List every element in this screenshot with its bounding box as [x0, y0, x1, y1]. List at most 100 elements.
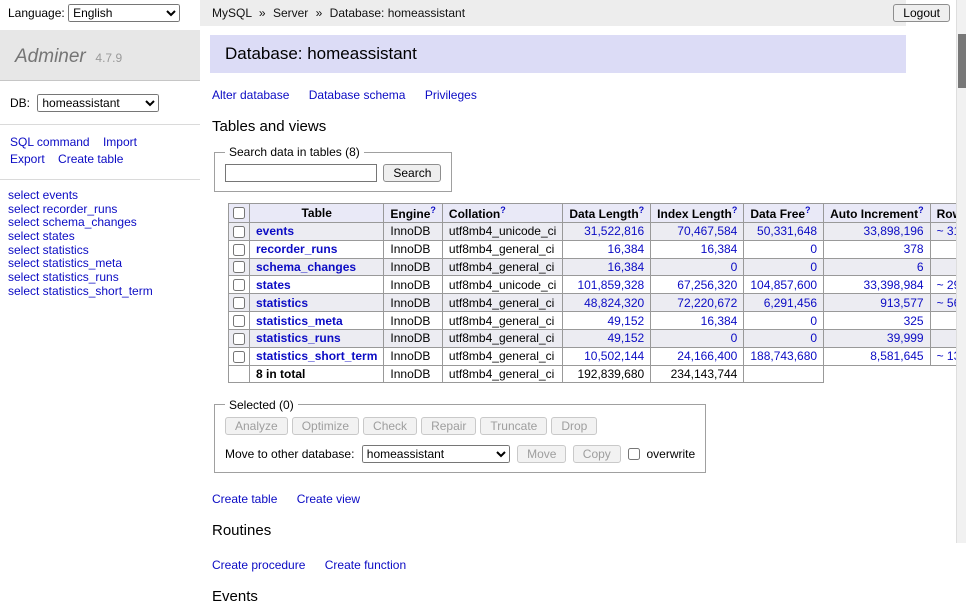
sidebar-link-select-schema-changes[interactable]: select schema_changes	[8, 215, 137, 229]
sidebar-link-import[interactable]: Import	[103, 135, 137, 149]
row-checkbox-schema_changes[interactable]	[233, 261, 245, 273]
cell-data-free-link-recorder_runs[interactable]: 0	[810, 242, 817, 256]
selected-check-button[interactable]: Check	[363, 417, 417, 435]
table-link-statistics_meta[interactable]: statistics_meta	[256, 314, 343, 328]
sidebar-link-select-events[interactable]: select events	[8, 188, 78, 202]
sidebar-link-select-statistics-short-term[interactable]: select statistics_short_term	[8, 284, 153, 298]
sidebar-link-export[interactable]: Export	[10, 152, 45, 166]
cell-index-length-link-statistics_runs[interactable]: 0	[731, 331, 738, 345]
link-create-function[interactable]: Create function	[325, 558, 406, 572]
cell-index-length-link-events[interactable]: 70,467,584	[677, 224, 737, 238]
table-link-events[interactable]: events	[256, 224, 294, 238]
help-link-auto-increment[interactable]: ?	[918, 205, 924, 215]
row-checkbox-statistics[interactable]	[233, 297, 245, 309]
cell-data-free-link-states[interactable]: 104,857,600	[750, 278, 817, 292]
cell-data-free-link-schema_changes[interactable]: 0	[810, 260, 817, 274]
cell-data-free-link-events[interactable]: 50,331,648	[757, 224, 817, 238]
cell-index-length-link-statistics[interactable]: 72,220,672	[677, 296, 737, 310]
row-checkbox-recorder_runs[interactable]	[233, 244, 245, 256]
row-checkbox-statistics_runs[interactable]	[233, 333, 245, 345]
help-link-data-length[interactable]: ?	[639, 205, 645, 215]
table-link-statistics_short_term[interactable]: statistics_short_term	[256, 349, 377, 363]
cell-data-free-link-statistics_runs[interactable]: 0	[810, 331, 817, 345]
row-checkbox-events[interactable]	[233, 226, 245, 238]
sidebar-link-select-statistics-runs[interactable]: select statistics_runs	[8, 270, 119, 284]
page-title: Database: homeassistant	[210, 35, 906, 73]
table-link-schema_changes[interactable]: schema_changes	[256, 260, 356, 274]
help-link-index-length[interactable]: ?	[732, 205, 738, 215]
cell-index-length-link-schema_changes[interactable]: 0	[731, 260, 738, 274]
overwrite-checkbox[interactable]	[628, 448, 640, 460]
row-checkbox-statistics_short_term[interactable]	[233, 351, 245, 363]
selected-drop-button[interactable]: Drop	[551, 417, 597, 435]
row-checkbox-statistics_meta[interactable]	[233, 315, 245, 327]
cell-auto-increment-link-statistics_meta[interactable]: 325	[904, 314, 924, 328]
nav-link-alter-database[interactable]: Alter database	[212, 88, 289, 102]
move-button[interactable]: Move	[517, 445, 566, 463]
sidebar-link-create-table[interactable]: Create table	[58, 152, 123, 166]
cell-index-length-link-recorder_runs[interactable]: 16,384	[701, 242, 738, 256]
cell-data-length-link-recorder_runs[interactable]: 16,384	[607, 242, 644, 256]
move-label: Move to other database:	[225, 447, 354, 461]
select-all-checkbox[interactable]	[233, 207, 245, 219]
sidebar-link-select-states[interactable]: select states	[8, 229, 75, 243]
table-link-statistics[interactable]: statistics	[256, 296, 308, 310]
help-link-engine[interactable]: ?	[430, 205, 436, 215]
cell-index-length: 0	[651, 329, 744, 347]
selected-analyze-button[interactable]: Analyze	[225, 417, 288, 435]
search-button[interactable]: Search	[383, 164, 441, 182]
selected-truncate-button[interactable]: Truncate	[480, 417, 547, 435]
logout-button[interactable]: Logout	[893, 4, 950, 22]
cell-auto-increment-link-recorder_runs[interactable]: 378	[904, 242, 924, 256]
cell-data-length: 31,522,816	[563, 223, 651, 241]
breadcrumb-link-server[interactable]: Server	[273, 6, 308, 20]
cell-data-free-link-statistics[interactable]: 6,291,456	[764, 296, 817, 310]
help-link-collation[interactable]: ?	[500, 205, 506, 215]
db-select[interactable]: homeassistant	[37, 94, 159, 112]
selected-repair-button[interactable]: Repair	[421, 417, 476, 435]
nav-link-privileges[interactable]: Privileges	[425, 88, 477, 102]
link-create-procedure[interactable]: Create procedure	[212, 558, 305, 572]
link-create-view[interactable]: Create view	[297, 492, 360, 506]
cell-index-length-link-statistics_meta[interactable]: 16,384	[701, 314, 738, 328]
scrollbar-thumb[interactable]	[958, 34, 966, 88]
selected-optimize-button[interactable]: Optimize	[292, 417, 359, 435]
table-link-statistics_runs[interactable]: statistics_runs	[256, 331, 341, 345]
cell-data-length-link-statistics_runs[interactable]: 49,152	[607, 331, 644, 345]
cell-data-length-link-schema_changes[interactable]: 16,384	[607, 260, 644, 274]
cell-data-length-link-statistics_meta[interactable]: 49,152	[607, 314, 644, 328]
help-link-data-free[interactable]: ?	[805, 205, 811, 215]
table-link-states[interactable]: states	[256, 278, 291, 292]
link-create-table[interactable]: Create table	[212, 492, 277, 506]
cell-data-free-link-statistics_short_term[interactable]: 188,743,680	[750, 349, 817, 363]
row-checkbox-states[interactable]	[233, 279, 245, 291]
sidebar-table-link-item: select statistics_short_term	[8, 285, 200, 298]
cell-data-length-link-statistics_short_term[interactable]: 10,502,144	[584, 349, 644, 363]
breadcrumb-link-mysql[interactable]: MySQL	[212, 6, 252, 20]
cell-auto-increment-link-statistics_short_term[interactable]: 8,581,645	[870, 349, 923, 363]
cell-index-length-link-states[interactable]: 67,256,320	[677, 278, 737, 292]
sidebar-link-select-statistics-meta[interactable]: select statistics_meta	[8, 256, 122, 270]
nav-link-database-schema[interactable]: Database schema	[309, 88, 406, 102]
cell-auto-increment-link-states[interactable]: 33,398,984	[864, 278, 924, 292]
overwrite-label[interactable]: overwrite	[647, 447, 696, 461]
sidebar-link-sql-command[interactable]: SQL command	[10, 135, 90, 149]
sidebar-link-select-recorder-runs[interactable]: select recorder_runs	[8, 202, 117, 216]
cell-auto-increment-link-statistics_runs[interactable]: 39,999	[887, 331, 924, 345]
cell-data-length-link-events[interactable]: 31,522,816	[584, 224, 644, 238]
cell-index-length-link-statistics_short_term[interactable]: 24,166,400	[677, 349, 737, 363]
row-select-cell	[229, 240, 250, 258]
cell-data-length-link-statistics[interactable]: 48,824,320	[584, 296, 644, 310]
table-link-recorder_runs[interactable]: recorder_runs	[256, 242, 337, 256]
cell-auto-increment-link-schema_changes[interactable]: 6	[917, 260, 924, 274]
language-select[interactable]: English	[68, 4, 180, 22]
move-db-select[interactable]: homeassistant	[362, 445, 510, 463]
cell-auto-increment-link-events[interactable]: 33,898,196	[864, 224, 924, 238]
search-input[interactable]	[225, 164, 377, 182]
scrollbar[interactable]	[956, 0, 966, 543]
sidebar-link-select-statistics[interactable]: select statistics	[8, 243, 89, 257]
cell-data-length-link-states[interactable]: 101,859,328	[577, 278, 644, 292]
cell-data-free-link-statistics_meta[interactable]: 0	[810, 314, 817, 328]
copy-button[interactable]: Copy	[573, 445, 621, 463]
cell-auto-increment-link-statistics[interactable]: 913,577	[880, 296, 923, 310]
